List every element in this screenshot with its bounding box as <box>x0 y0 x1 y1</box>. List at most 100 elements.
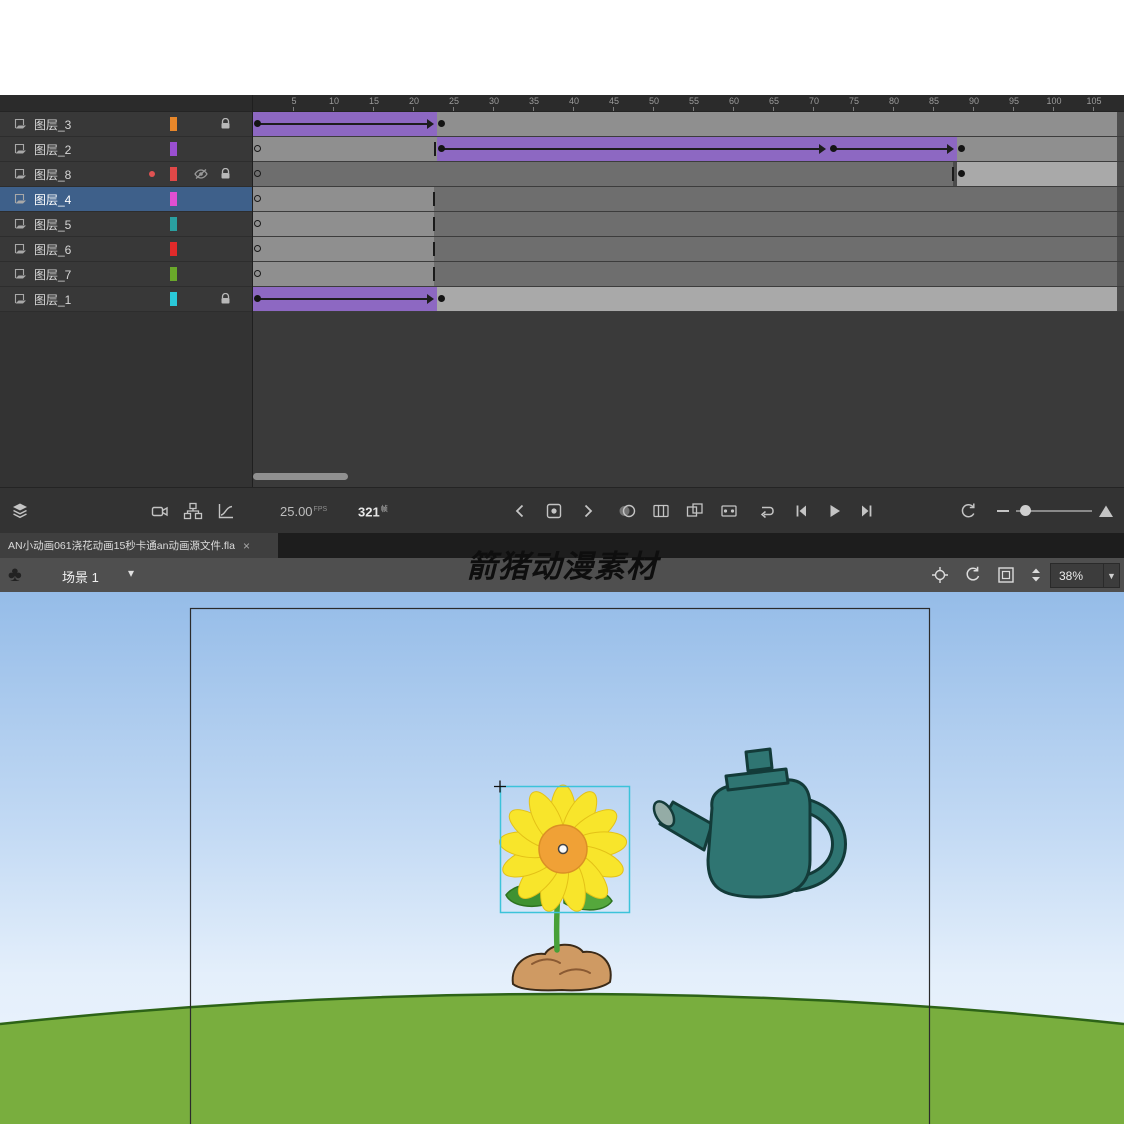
timeline-frame-row[interactable] <box>253 187 1124 212</box>
layer-type-icon <box>14 143 27 155</box>
frame-span[interactable] <box>253 187 434 211</box>
camera-icon[interactable] <box>150 501 170 521</box>
ruler-tick: 50 <box>649 95 659 111</box>
scene-chevron-down-icon[interactable]: ▾ <box>128 566 134 580</box>
span-end-mark <box>952 167 955 181</box>
tween-span[interactable] <box>253 112 437 136</box>
layer-name: 图层_6 <box>34 242 72 257</box>
step-back-icon[interactable] <box>791 501 811 521</box>
frame-span[interactable] <box>253 262 434 286</box>
keyframe-dot <box>254 295 261 302</box>
timeline-frame-row[interactable] <box>253 262 1124 287</box>
layer-color-swatch[interactable] <box>170 217 177 231</box>
zoom-in-frames-icon[interactable] <box>1096 501 1116 521</box>
layer-row[interactable]: 图层_3 <box>0 112 252 137</box>
layer-row[interactable]: 图层_5 <box>0 212 252 237</box>
layer-row[interactable]: 图层_4 <box>0 187 252 212</box>
span-end-mark <box>433 267 435 281</box>
graph-editor-icon[interactable] <box>216 501 236 521</box>
ruler-tick: 60 <box>729 95 739 111</box>
layer-color-swatch[interactable] <box>170 267 177 281</box>
animate-application-window: 图层_3 图层_2 图层_8 图层_4 图层_5 图层_6 图层_7 图层_1 5 10 15 20… <box>0 0 1124 1124</box>
keyframe-dot <box>438 295 445 302</box>
layer-row[interactable]: 图层_8 <box>0 162 252 187</box>
layer-row[interactable]: 图层_6 <box>0 237 252 262</box>
next-keyframe-icon[interactable] <box>578 501 598 521</box>
tab-close-icon[interactable]: × <box>243 539 250 553</box>
frame-range-icon[interactable] <box>719 501 739 521</box>
timeline-frame-row[interactable] <box>253 112 1124 137</box>
zoom-out-frames-icon[interactable] <box>994 501 1014 521</box>
hierarchy-icon[interactable] <box>183 501 203 521</box>
layer-depth-icon[interactable] <box>10 501 30 521</box>
frame-span[interactable] <box>437 287 1117 311</box>
keyframe-dot <box>958 170 965 177</box>
frame-span[interactable] <box>253 212 434 236</box>
tween-span[interactable] <box>437 137 829 161</box>
timeline-frame-row[interactable] <box>253 212 1124 237</box>
edit-multiple-frames-icon[interactable] <box>685 501 705 521</box>
timeline-frame-row[interactable] <box>253 287 1124 312</box>
watering-can-top-knob <box>744 747 774 773</box>
ruler-tick: 40 <box>569 95 579 111</box>
layer-color-swatch[interactable] <box>170 242 177 256</box>
frame-span[interactable] <box>253 237 434 261</box>
ruler-tick: 55 <box>689 95 699 111</box>
frame-span[interactable] <box>957 137 1117 161</box>
lock-icon[interactable] <box>220 168 231 180</box>
empty-keyframe-dot <box>254 170 261 177</box>
clip-content-icon[interactable] <box>996 565 1016 585</box>
lock-icon[interactable] <box>220 293 231 305</box>
layer-color-swatch[interactable] <box>170 117 177 131</box>
frame-span[interactable] <box>433 262 1117 286</box>
scene-label[interactable]: 场景 1 <box>62 567 99 586</box>
frame-span[interactable] <box>253 137 437 161</box>
step-forward-icon[interactable] <box>857 501 877 521</box>
onion-skin-outlines-icon[interactable] <box>651 501 671 521</box>
frame-value: 321 <box>358 504 380 520</box>
current-frame-display[interactable]: 321帧 <box>358 504 388 519</box>
fps-display[interactable]: 25.00FPS <box>280 504 327 519</box>
frame-span[interactable] <box>433 212 1117 236</box>
frame-span[interactable] <box>253 162 953 186</box>
layer-color-swatch[interactable] <box>170 142 177 156</box>
layer-row[interactable]: 图层_1 <box>0 287 252 312</box>
stage-canvas[interactable] <box>0 592 1124 1124</box>
hidden-eye-icon[interactable] <box>194 168 208 180</box>
reset-timeline-zoom-icon[interactable] <box>958 501 978 521</box>
frame-span[interactable] <box>437 112 1117 136</box>
rotate-stage-icon[interactable] <box>963 565 983 585</box>
layer-type-icon <box>14 118 27 130</box>
previous-keyframe-icon[interactable] <box>510 501 530 521</box>
layer-type-icon <box>14 243 27 255</box>
center-stage-icon[interactable] <box>930 565 950 585</box>
onion-skin-icon[interactable] <box>617 501 637 521</box>
layer-row[interactable]: 图层_7 <box>0 262 252 287</box>
frame-span[interactable] <box>957 162 1117 186</box>
stage-zoom-dropdown[interactable]: 38% ▼ <box>1050 563 1120 588</box>
loop-playback-icon[interactable] <box>756 501 776 521</box>
timeline-frame-row[interactable] <box>253 137 1124 162</box>
timeline-horizontal-scrollbar[interactable] <box>253 473 348 480</box>
transform-point[interactable] <box>557 843 569 855</box>
play-icon[interactable] <box>824 501 844 521</box>
insert-keyframe-icon[interactable] <box>544 501 564 521</box>
timeline-zoom-slider-knob[interactable] <box>1020 505 1031 516</box>
layer-color-swatch[interactable] <box>170 192 177 206</box>
fps-unit: FPS <box>313 505 328 513</box>
timeline-frame-row[interactable] <box>253 162 1124 187</box>
frame-span[interactable] <box>433 187 1117 211</box>
tween-span[interactable] <box>253 287 437 311</box>
layer-row[interactable]: 图层_2 <box>0 137 252 162</box>
frame-span[interactable] <box>433 237 1117 261</box>
timeline-ruler[interactable]: 5 10 15 20 25 30 35 40 45 50 55 60 65 70 75 80 85 90 95 100… <box>253 95 1124 112</box>
zoom-dropdown-chevron-icon: ▼ <box>1103 564 1119 587</box>
timeline-frame-row[interactable] <box>253 237 1124 262</box>
tween-span[interactable] <box>829 137 957 161</box>
lock-icon[interactable] <box>220 118 231 130</box>
layer-color-swatch[interactable] <box>170 167 177 181</box>
keyframe-dot <box>958 145 965 152</box>
document-tab[interactable]: AN小动画061浇花动画15秒卡通an动画源文件.fla × <box>0 533 278 558</box>
layer-color-swatch[interactable] <box>170 292 177 306</box>
zoom-stepper[interactable] <box>1026 565 1046 585</box>
